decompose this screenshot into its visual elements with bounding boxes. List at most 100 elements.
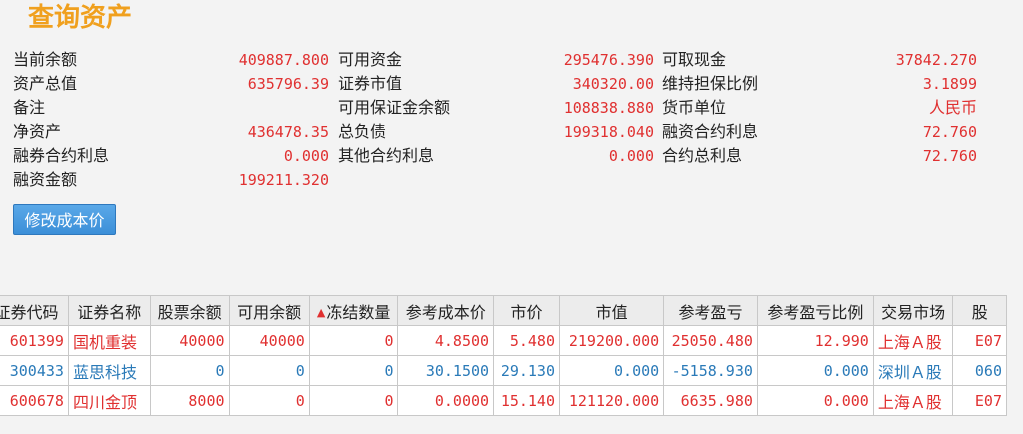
table-row[interactable]: 601399 国机重装 40000 40000 0 4.8500 5.480 219200.0… [0,325,1007,356]
table-cell: 6635.980 [663,385,758,416]
summary-row: 资产总值 635796.39 证券市值 340320.00 维持担保比例 3.1899 [0,72,1023,96]
table-cell: 0 [149,355,230,386]
column-header-label: 市值 [595,302,628,322]
column-header-label: 冻结数量 [326,302,391,322]
table-cell: 0 [308,325,399,356]
holdings-table: 证券代码 证券名称 股票余额 可用余额 ▲冻结数量 参考成本价 市价 市值 参考盈亏 参考盈亏比例… [0,295,1007,416]
table-cell: 600678 [0,385,69,416]
table-cell: 0 [228,355,310,386]
table-cell: 219200.000 [558,325,665,356]
column-header[interactable]: 市价 [493,295,560,326]
column-header-label: 证券名称 [77,302,142,322]
table-cell: 40000 [228,325,310,356]
column-header[interactable]: 参考盈亏比例 [756,295,874,326]
table-cell: 4.8500 [397,325,495,356]
summary-label: 融券合约利息 [13,146,110,165]
table-cell: 40000 [149,325,230,356]
summary-value: 3.1899 [922,75,977,93]
table-cell: -5158.930 [663,355,758,386]
table-cell: 上海Ａ股 [872,385,954,416]
table-cell: 601399 [0,325,69,356]
summary-label: 其他合约利息 [338,146,435,165]
summary-value: 295476.390 [563,51,654,69]
column-header-label: 可用余额 [237,302,302,322]
column-header-label: 参考盈亏比例 [767,302,864,322]
table-cell: 0.000 [756,355,874,386]
summary-value: 72.760 [922,147,977,165]
table-cell: 30.1500 [397,355,495,386]
summary-label: 合约总利息 [662,146,743,165]
page-title: 查询资产 [28,3,133,33]
summary-label: 备注 [13,98,46,117]
column-header-label: 证券代码 [0,302,59,322]
column-header[interactable]: 股票余额 [149,295,230,326]
summary-label: 净资产 [13,122,62,141]
table-row[interactable]: 300433 蓝思科技 0 0 0 30.1500 29.130 0.000 -5158.930… [0,355,1007,386]
summary-value: 436478.35 [247,123,329,141]
summary-label: 证券市值 [338,74,403,93]
column-header[interactable]: 交易市场 [872,295,954,326]
summary-label: 资产总值 [13,74,78,93]
column-header-label: 参考盈亏 [678,302,743,322]
table-cell: 5.480 [493,325,560,356]
table-cell: E07 [952,385,1007,416]
summary-row: 净资产 436478.35 总负债 199318.040 融资合约利息 72.760 [0,120,1023,144]
summary-label: 可用资金 [338,50,403,69]
table-cell: 0.0000 [397,385,495,416]
column-header-label: 股票余额 [157,302,222,322]
table-cell: 8000 [149,385,230,416]
table-cell: 300433 [0,355,69,386]
column-header-label: 交易市场 [881,302,946,322]
summary-label: 维持担保比例 [662,74,759,93]
summary-row: 融资金额 199211.320 [0,168,1023,192]
summary-label: 货币单位 [662,98,727,117]
column-header[interactable]: ▲冻结数量 [308,295,399,326]
sort-asc-icon: ▲ [316,305,326,319]
summary-label: 可用保证金余额 [338,98,451,117]
summary-value: 635796.39 [247,75,329,93]
summary-value: 0.000 [608,147,654,165]
column-header[interactable]: 参考盈亏 [663,295,758,326]
summary-label: 当前余额 [13,50,78,69]
column-header[interactable]: 参考成本价 [397,295,495,326]
table-row[interactable]: 600678 四川金顶 8000 0 0 0.0000 15.140 121120.000 66… [0,385,1007,416]
column-header[interactable]: 证券代码 [0,295,69,326]
table-cell: 0.000 [558,355,665,386]
summary-value: 72.760 [922,123,977,141]
column-header[interactable]: 市值 [558,295,665,326]
table-cell: 四川金顶 [67,385,151,416]
summary-row: 备注 可用保证金余额 108838.880 货币单位 人民币 [0,96,1023,120]
table-cell: 0 [308,355,399,386]
summary-row: 当前余额 409887.800 可用资金 295476.390 可取现金 37842.27… [0,48,1023,72]
summary-value: 199211.320 [238,171,329,189]
column-header[interactable]: 股 [952,295,1007,326]
table-cell: 国机重装 [67,325,151,356]
summary-row: 融券合约利息 0.000 其他合约利息 0.000 合约总利息 72.760 [0,144,1023,168]
asset-query-page: 查询资产 当前余额 409887.800 可用资金 295476.390 可取现金 378… [0,0,1023,434]
table-cell: 深圳Ａ股 [872,355,954,386]
column-header[interactable]: 可用余额 [228,295,310,326]
column-header-label: 股 [971,302,988,322]
column-header-label: 参考成本价 [405,302,486,322]
column-header-label: 市价 [510,302,543,322]
table-cell: 25050.480 [663,325,758,356]
summary-label: 总负债 [338,122,387,141]
table-cell: 15.140 [493,385,560,416]
summary-value: 人民币 [928,98,977,117]
summary-value: 409887.800 [238,51,329,69]
table-cell: 29.130 [493,355,560,386]
table-cell: 蓝思科技 [67,355,151,386]
summary-value: 37842.270 [895,51,977,69]
column-header[interactable]: 证券名称 [67,295,151,326]
summary-value: 199318.040 [563,123,654,141]
table-cell: 0 [228,385,310,416]
table-cell: 121120.000 [558,385,665,416]
table-cell: E07 [952,325,1007,356]
table-cell: 12.990 [756,325,874,356]
table-cell: 上海Ａ股 [872,325,954,356]
summary-value: 0.000 [283,147,329,165]
summary-label: 融资合约利息 [662,122,759,141]
summary-value: 340320.00 [572,75,654,93]
modify-cost-price-button[interactable]: 修改成本价 [13,204,116,235]
table-cell: 060 [952,355,1007,386]
